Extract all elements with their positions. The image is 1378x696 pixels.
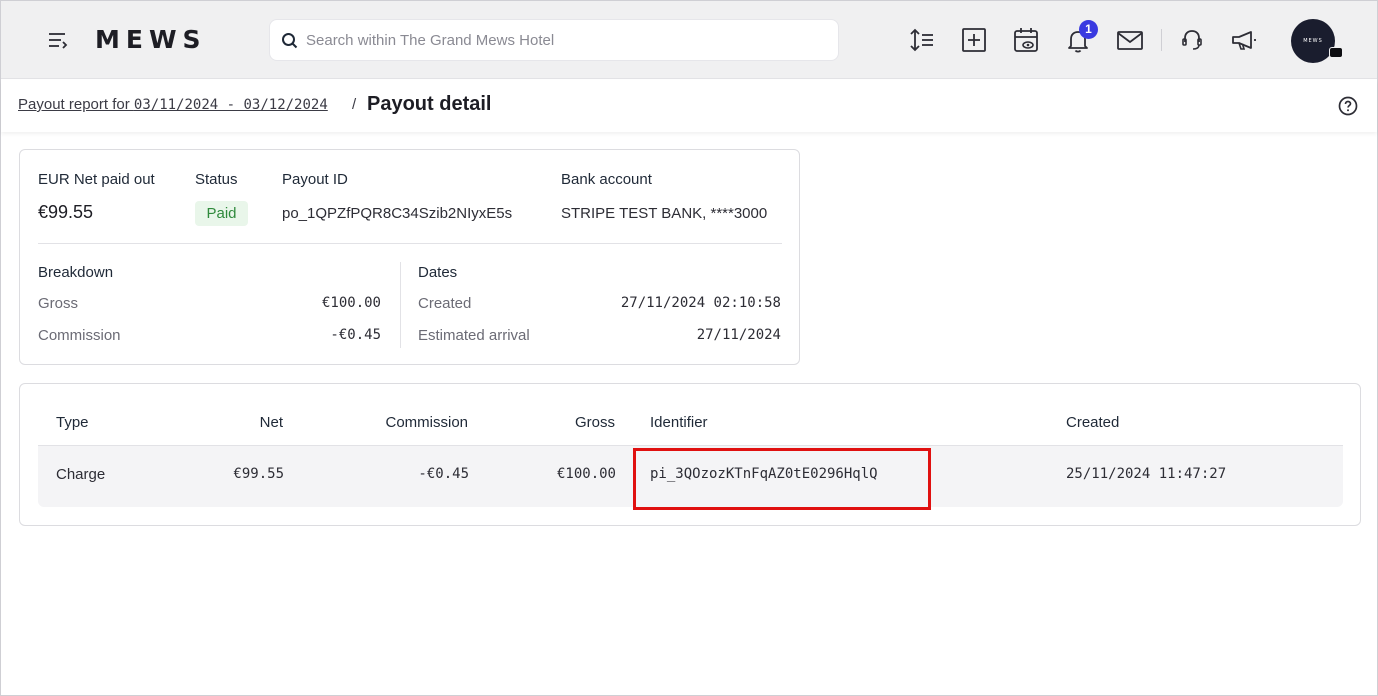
- breadcrumb-link-prefix: Payout report for: [18, 96, 134, 113]
- breadcrumb-separator: /: [352, 96, 357, 113]
- breakdown-title: Breakdown: [38, 264, 114, 281]
- sort-icon[interactable]: [907, 25, 937, 55]
- column-header-gross: Gross: [574, 414, 615, 431]
- calendar-view-icon[interactable]: [1011, 25, 1041, 55]
- cell-commission: -€0.45: [418, 466, 469, 482]
- cell-created: 25/11/2024 11:47:27: [1066, 466, 1227, 482]
- gross-label: Gross: [38, 295, 79, 312]
- top-bar: MEWS 1: [1, 1, 1377, 79]
- breadcrumb-link-dates: 03/11/2024 - 03/12/2024: [133, 97, 328, 113]
- notification-badge: 1: [1079, 20, 1098, 39]
- page-title: Payout detail: [367, 93, 492, 115]
- net-paid-out-label: EUR Net paid out: [38, 171, 155, 188]
- created-value: 27/11/2024 02:10:58: [620, 295, 781, 311]
- breadcrumb-link-payout-report[interactable]: Payout report for 03/11/2024 - 03/12/202…: [18, 96, 328, 113]
- created-label: Created: [418, 295, 472, 312]
- status-badge: Paid: [195, 201, 248, 226]
- summary-divider: [38, 243, 782, 244]
- megaphone-icon[interactable]: [1229, 25, 1259, 55]
- add-icon[interactable]: [959, 25, 989, 55]
- payout-id-label: Payout ID: [282, 171, 348, 188]
- column-header-created: Created: [1066, 414, 1120, 431]
- toolbar-divider: [1161, 29, 1162, 51]
- payout-summary-card: EUR Net paid out €99.55 Status Paid Payo…: [19, 149, 800, 365]
- avatar-status-icon: [1329, 47, 1343, 58]
- menu-icon[interactable]: [45, 29, 71, 53]
- payout-id-value: po_1QPZfPQR8C34Szib2NIyxE5s: [282, 205, 513, 222]
- column-header-net: Net: [259, 414, 283, 431]
- search-bar[interactable]: [269, 19, 839, 61]
- column-header-commission: Commission: [385, 414, 468, 431]
- search-input[interactable]: [306, 20, 826, 60]
- gross-value: €100.00: [321, 295, 381, 311]
- net-paid-out-value: €99.55: [38, 202, 94, 222]
- breadcrumb: Payout report for 03/11/2024 - 03/12/202…: [1, 80, 1377, 132]
- commission-value: -€0.45: [330, 327, 381, 343]
- column-header-identifier: Identifier: [650, 414, 708, 431]
- search-icon: [282, 33, 298, 49]
- dates-title: Dates: [418, 264, 458, 281]
- estimated-arrival-value: 27/11/2024: [696, 327, 781, 343]
- bank-account-label: Bank account: [561, 171, 652, 188]
- cell-net: €99.55: [233, 466, 284, 482]
- column-header-type: Type: [56, 414, 89, 431]
- estimated-arrival-label: Estimated arrival: [418, 327, 530, 344]
- commission-label: Commission: [38, 327, 121, 344]
- transactions-table: Type Net Commission Gross Identifier Cre…: [19, 383, 1361, 526]
- bank-account-value: STRIPE TEST BANK, ****3000: [561, 205, 768, 222]
- mews-logo[interactable]: MEWS: [95, 25, 207, 54]
- cell-type: Charge: [56, 466, 106, 483]
- help-icon[interactable]: [1337, 95, 1359, 117]
- cell-gross: €100.00: [556, 466, 616, 482]
- mail-icon[interactable]: [1115, 25, 1145, 55]
- status-label: Status: [195, 171, 238, 188]
- support-icon[interactable]: [1177, 25, 1207, 55]
- summary-column-divider: [400, 262, 401, 348]
- identifier-highlight-box: [633, 448, 931, 510]
